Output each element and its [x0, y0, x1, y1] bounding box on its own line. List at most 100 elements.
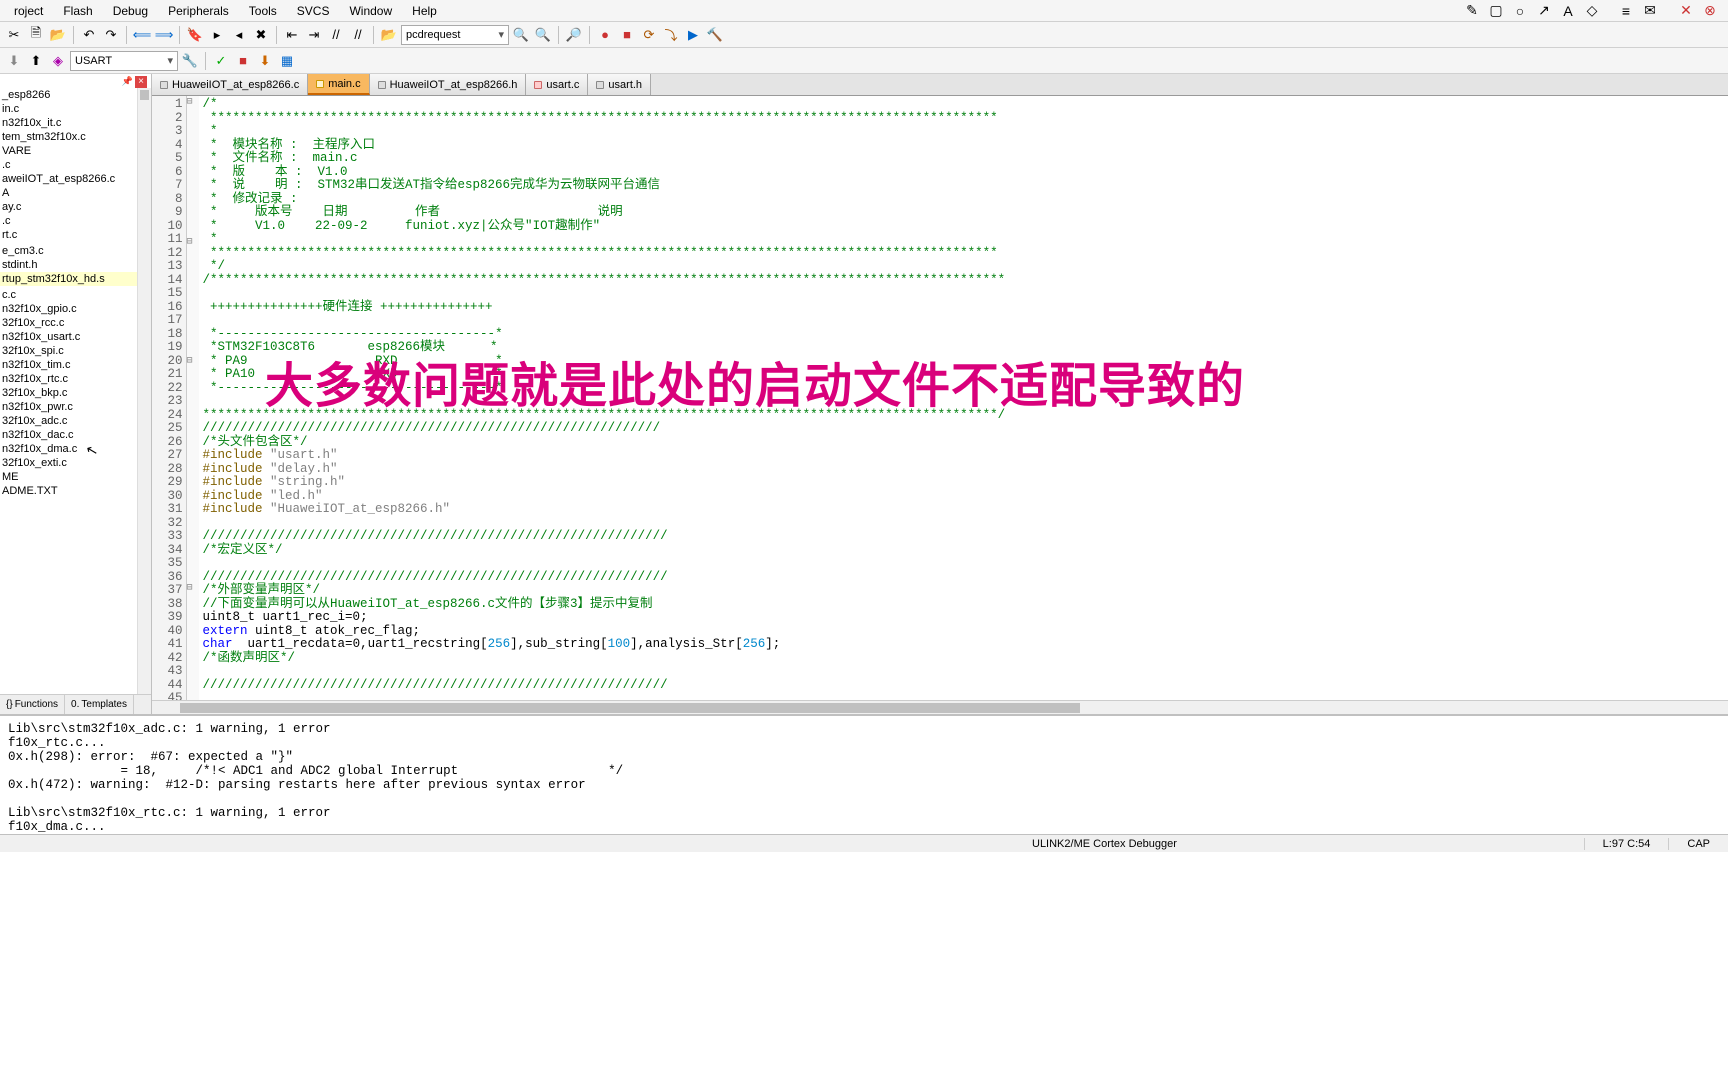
debug-run-icon[interactable]: ▶: [683, 25, 703, 45]
wifi-off-icon[interactable]: ⊗: [1700, 2, 1720, 20]
editor-hscrollbar[interactable]: [152, 700, 1728, 714]
file-tab[interactable]: HuaweiIOT_at_esp8266.h: [370, 74, 527, 95]
sidebar-tab-templates[interactable]: 0.Templates: [65, 695, 134, 714]
tree-item[interactable]: n32f10x_it.c: [0, 116, 151, 130]
download-icon[interactable]: ⬇: [255, 51, 275, 71]
tree-item[interactable]: A: [0, 186, 151, 200]
cut-icon[interactable]: ✂: [4, 25, 24, 45]
menu-window[interactable]: Window: [339, 2, 402, 20]
file-tab[interactable]: HuaweiIOT_at_esp8266.c: [152, 74, 308, 95]
target-select-combo[interactable]: USART: [70, 51, 178, 71]
fold-column[interactable]: ⊟ ⊟ ⊟ ⊟: [187, 96, 199, 700]
sidebar-tab-functions[interactable]: {}Functions: [0, 695, 65, 714]
tree-item[interactable]: e_cm3.c: [0, 244, 151, 258]
tree-item[interactable]: ME: [0, 470, 151, 484]
bookmark-icon[interactable]: 🔖: [185, 25, 205, 45]
tree-item[interactable]: n32f10x_dma.c: [0, 442, 151, 456]
load-icon[interactable]: ⬇: [4, 51, 24, 71]
bookmark-next-icon[interactable]: ▸: [207, 25, 227, 45]
bookmark-prev-icon[interactable]: ◂: [229, 25, 249, 45]
debug-step-icon[interactable]: ⤵: [661, 25, 681, 45]
bookmark-clear-icon[interactable]: ✖: [251, 25, 271, 45]
stop-build-icon[interactable]: ■: [233, 51, 253, 71]
tree-item[interactable]: rtup_stm32f10x_hd.s: [0, 272, 151, 286]
tree-item[interactable]: rt.c: [0, 228, 151, 242]
debug-reset-icon[interactable]: ⟳: [639, 25, 659, 45]
tree-item[interactable]: n32f10x_gpio.c: [0, 302, 151, 316]
open-file-icon[interactable]: 📂: [48, 25, 68, 45]
tree-item[interactable]: 32f10x_bkp.c: [0, 386, 151, 400]
line-icon[interactable]: ↗: [1534, 2, 1554, 20]
circle-icon[interactable]: ○: [1510, 2, 1530, 20]
target-combo[interactable]: pcdrequest: [401, 25, 509, 45]
tree-item[interactable]: ADME.TXT: [0, 484, 151, 498]
batch-build-icon[interactable]: ▦: [277, 51, 297, 71]
menu-svcs[interactable]: SVCS: [287, 2, 340, 20]
options-icon[interactable]: 🔧: [180, 51, 200, 71]
find-in-files-icon[interactable]: 🔍: [533, 25, 553, 45]
nav-back-icon[interactable]: ⟸: [132, 25, 152, 45]
tree-root[interactable]: _esp8266: [0, 88, 151, 102]
file-tab[interactable]: usart.h: [588, 74, 651, 95]
code-editor[interactable]: 1 2 3 4 5 6 7 8 9 10 11 12 13 14 15 16 1…: [152, 96, 1728, 700]
menu-project[interactable]: roject: [4, 2, 53, 20]
new-file-icon[interactable]: 🗎: [26, 25, 46, 45]
tree-item[interactable]: aweiIOT_at_esp8266.c: [0, 172, 151, 186]
build-icon[interactable]: ⬆: [26, 51, 46, 71]
code-area[interactable]: /* *************************************…: [199, 96, 1728, 700]
redo-icon[interactable]: ↷: [101, 25, 121, 45]
file-tab[interactable]: main.c: [308, 74, 369, 95]
menu-debug[interactable]: Debug: [103, 2, 158, 20]
tree-item[interactable]: 32f10x_spi.c: [0, 344, 151, 358]
find-icon[interactable]: 🔍: [511, 25, 531, 45]
text-icon[interactable]: A: [1558, 2, 1578, 20]
edit-pencil-icon[interactable]: ✎: [1462, 2, 1482, 20]
tree-item[interactable]: stdint.h: [0, 258, 151, 272]
undo-icon[interactable]: ↶: [79, 25, 99, 45]
debug-start-icon[interactable]: ●: [595, 25, 615, 45]
tree-item[interactable]: ay.c: [0, 200, 151, 214]
folder-open-icon[interactable]: 📂: [379, 25, 399, 45]
pin-icon[interactable]: 📌: [122, 76, 133, 87]
indent-icon[interactable]: ⇤: [282, 25, 302, 45]
tree-item[interactable]: VARE: [0, 144, 151, 158]
tree-item[interactable]: in.c: [0, 102, 151, 116]
menu-help[interactable]: Help: [402, 2, 447, 20]
sidebar-scrollbar[interactable]: [137, 88, 151, 694]
tree-item[interactable]: .c: [0, 214, 151, 228]
separator: [179, 26, 180, 44]
zoom-icon[interactable]: 🔎: [564, 25, 584, 45]
menu-peripherals[interactable]: Peripherals: [158, 2, 239, 20]
tree-item[interactable]: 32f10x_adc.c: [0, 414, 151, 428]
editor-tabs: HuaweiIOT_at_esp8266.cmain.cHuaweiIOT_at…: [152, 74, 1728, 96]
square-icon[interactable]: ▢: [1486, 2, 1506, 20]
rebuild-icon[interactable]: ◈: [48, 51, 68, 71]
diamond-icon[interactable]: ◇: [1582, 2, 1602, 20]
tree-item[interactable]: tem_stm32f10x.c: [0, 130, 151, 144]
nav-forward-icon[interactable]: ⟹: [154, 25, 174, 45]
menu-tools[interactable]: Tools: [239, 2, 287, 20]
bell-off-icon[interactable]: ✕: [1676, 2, 1696, 20]
tree-item[interactable]: 32f10x_exti.c: [0, 456, 151, 470]
tree-item[interactable]: n32f10x_tim.c: [0, 358, 151, 372]
file-tab[interactable]: usart.c: [526, 74, 588, 95]
uncomment-icon[interactable]: //: [348, 25, 368, 45]
mail-icon[interactable]: ✉: [1640, 2, 1660, 20]
tree-item[interactable]: n32f10x_dac.c: [0, 428, 151, 442]
outdent-icon[interactable]: ⇥: [304, 25, 324, 45]
bars-icon[interactable]: ≡: [1616, 2, 1636, 20]
tree-item[interactable]: 32f10x_rcc.c: [0, 316, 151, 330]
comment-icon[interactable]: //: [326, 25, 346, 45]
tree-item[interactable]: n32f10x_pwr.c: [0, 400, 151, 414]
status-position: L:97 C:54: [1584, 838, 1669, 850]
tree-item[interactable]: .c: [0, 158, 151, 172]
tree-item[interactable]: n32f10x_rtc.c: [0, 372, 151, 386]
tree-item[interactable]: n32f10x_usart.c: [0, 330, 151, 344]
menu-flash[interactable]: Flash: [53, 2, 102, 20]
debug-stop-icon[interactable]: ■: [617, 25, 637, 45]
project-tree[interactable]: _esp8266 in.cn32f10x_it.ctem_stm32f10x.c…: [0, 74, 151, 694]
tools-icon[interactable]: 🔨: [705, 25, 725, 45]
translate-icon[interactable]: ✓: [211, 51, 231, 71]
close-panel-icon[interactable]: ×: [135, 76, 147, 88]
tree-item[interactable]: c.c: [0, 288, 151, 302]
